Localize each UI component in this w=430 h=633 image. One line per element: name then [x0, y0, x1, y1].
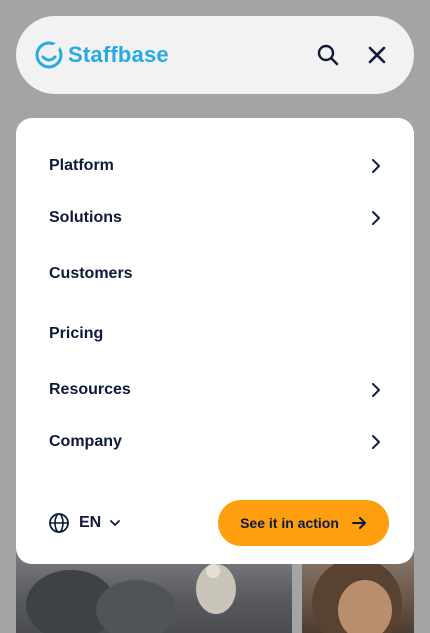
- site-header: Staffbase: [16, 16, 414, 94]
- nav-item-solutions[interactable]: Solutions: [16, 198, 414, 238]
- close-icon: [368, 46, 386, 64]
- chevron-right-icon: [372, 211, 380, 225]
- language-code: EN: [79, 514, 102, 531]
- search-button[interactable]: [314, 41, 342, 69]
- nav-item-customers[interactable]: Customers: [16, 254, 414, 294]
- cta-label: See it in action: [240, 515, 339, 531]
- staffbase-logo-icon: [35, 41, 63, 69]
- chevron-right-icon: [372, 435, 380, 449]
- nav-item-pricing[interactable]: Pricing: [16, 314, 414, 354]
- see-it-in-action-button[interactable]: See it in action: [218, 500, 389, 546]
- brand-logo[interactable]: Staffbase: [34, 40, 169, 70]
- nav-item-label: Solutions: [49, 209, 122, 226]
- chevron-right-icon: [372, 383, 380, 397]
- nav-item-platform[interactable]: Platform: [16, 146, 414, 186]
- chevron-right-icon: [372, 159, 380, 173]
- search-icon: [317, 44, 339, 66]
- navigation-menu: Platform Solutions Customers Pricing Res…: [16, 118, 414, 564]
- nav-item-label: Company: [49, 433, 122, 450]
- globe-icon: [49, 513, 69, 533]
- close-menu-button[interactable]: [363, 41, 391, 69]
- nav-item-company[interactable]: Company: [16, 422, 414, 462]
- language-selector[interactable]: EN: [48, 510, 121, 536]
- chevron-down-icon: [110, 520, 121, 526]
- nav-item-label: Pricing: [49, 325, 104, 342]
- nav-item-label: Platform: [49, 157, 114, 174]
- nav-item-resources[interactable]: Resources: [16, 370, 414, 410]
- arrow-right-icon: [351, 517, 366, 529]
- nav-item-label: Customers: [49, 265, 133, 282]
- nav-item-label: Resources: [49, 381, 131, 398]
- brand-name: Staffbase: [68, 42, 169, 67]
